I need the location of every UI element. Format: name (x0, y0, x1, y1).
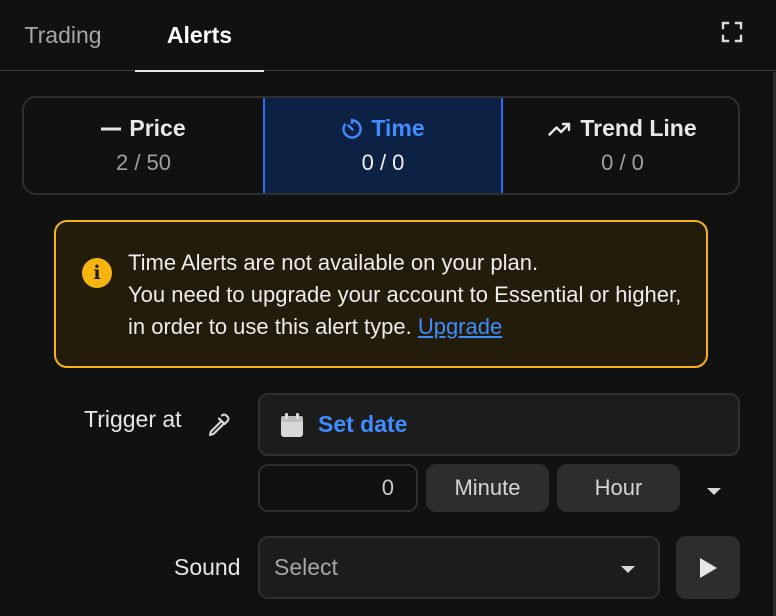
set-date-field[interactable]: Set date (258, 393, 740, 456)
info-icon: i (82, 258, 112, 288)
top-tab-bar: Trading Alerts (0, 0, 776, 72)
expand-icon[interactable] (716, 16, 748, 48)
alert-type-count: 0 / 0 (361, 150, 405, 175)
alert-type-selector: Price 2 / 50 Time 0 / 0 Trend Line 0 / 0 (22, 96, 740, 195)
tab-trading[interactable]: Trading (0, 0, 126, 71)
alert-type-price[interactable]: Price 2 / 50 (24, 98, 263, 193)
dash-icon (101, 127, 122, 130)
notice-text: Time Alerts are not available on your pl… (128, 247, 688, 343)
trend-up-icon (548, 122, 571, 136)
time-amount-input[interactable] (258, 464, 418, 512)
chevron-down-icon (621, 566, 635, 573)
play-icon (700, 557, 717, 578)
upgrade-link[interactable]: Upgrade (418, 314, 502, 339)
trigger-label: Trigger at (84, 406, 182, 432)
play-sound-button[interactable] (676, 536, 740, 599)
sound-select-value: Select (274, 554, 338, 580)
sound-label: Sound (174, 554, 241, 580)
chevron-down-icon[interactable] (701, 478, 727, 504)
alert-type-label: Price (129, 115, 186, 141)
alert-type-time[interactable]: Time 0 / 0 (263, 98, 503, 193)
eyedropper-icon[interactable] (204, 411, 232, 439)
timer-icon (342, 118, 363, 139)
alert-type-trend-line[interactable]: Trend Line 0 / 0 (503, 98, 738, 193)
tab-alerts[interactable]: Alerts (135, 0, 264, 72)
unit-minute-button[interactable]: Minute (426, 464, 549, 512)
alert-type-label: Time (371, 115, 425, 141)
sound-select[interactable]: Select (258, 536, 660, 599)
plan-warning-notice: i Time Alerts are not available on your … (54, 220, 708, 368)
set-date-label: Set date (318, 411, 408, 437)
calendar-icon (281, 412, 303, 437)
alert-type-label: Trend Line (580, 115, 697, 141)
alert-type-count: 0 / 0 (601, 150, 644, 175)
unit-hour-button[interactable]: Hour (557, 464, 680, 512)
notice-line2: You need to upgrade your account to Esse… (128, 282, 682, 339)
notice-line1: Time Alerts are not available on your pl… (128, 250, 539, 275)
alert-type-count: 2 / 50 (115, 150, 172, 175)
